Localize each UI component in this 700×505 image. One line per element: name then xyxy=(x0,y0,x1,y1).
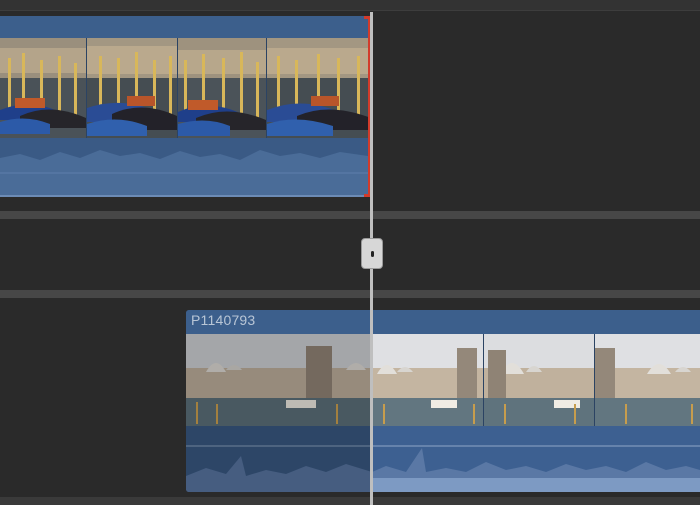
filmstrip-frame xyxy=(484,334,595,426)
filmstrip-frame xyxy=(595,334,700,426)
lane-separator-lower xyxy=(0,290,700,298)
filmstrip-frame xyxy=(267,38,368,138)
lane-separator-upper xyxy=(0,211,700,219)
filmstrip-frame xyxy=(87,38,178,138)
filmstrip-frame xyxy=(373,334,484,426)
filmstrip-frame xyxy=(186,334,373,426)
filmstrip-frame xyxy=(0,38,87,138)
gondola-audio-waveform xyxy=(0,138,368,195)
venice-clip[interactable]: P1140793 xyxy=(186,310,700,492)
gondola-clip[interactable] xyxy=(0,16,368,197)
venice-filmstrip xyxy=(186,334,700,426)
playhead-handle-icon[interactable] xyxy=(361,238,383,269)
venice-audio-waveform xyxy=(186,426,700,492)
gondola-clip-header xyxy=(0,16,368,38)
clip-bottom-edge xyxy=(0,195,368,197)
lane-separator-bottom xyxy=(0,497,700,505)
filmstrip-frame xyxy=(178,38,267,138)
venice-clip-header: P1140793 xyxy=(186,310,700,334)
gondola-filmstrip xyxy=(0,38,368,138)
clip-title: P1140793 xyxy=(191,312,256,328)
timeline-top-border xyxy=(0,0,700,11)
